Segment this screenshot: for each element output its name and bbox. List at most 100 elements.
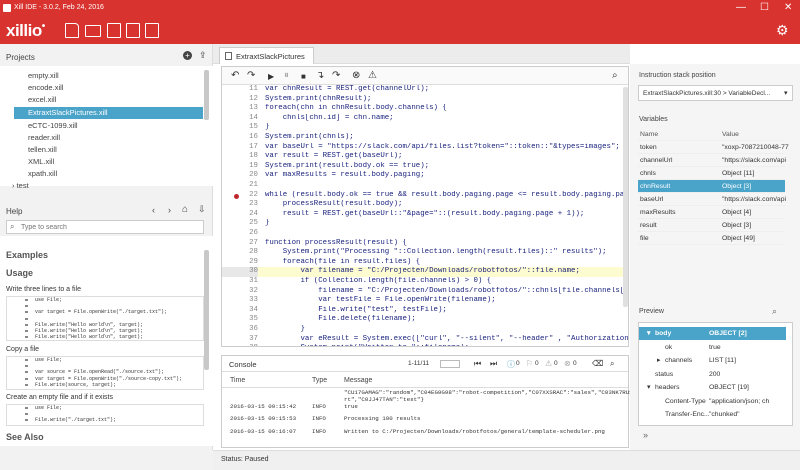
console-search-icon[interactable]: ⌕ [610,359,614,369]
clear-breakpoints-icon[interactable]: ⊗ [352,70,360,81]
help-search-input[interactable] [21,222,201,232]
code-line[interactable]: 36 } [222,325,628,335]
pause-icon[interactable]: ⏸ [284,70,289,81]
save-all-icon[interactable] [145,23,159,38]
project-file-selected[interactable]: ExtraxtSlackPictures.xill [14,107,203,119]
project-file[interactable]: eCTC-1099.xill [28,120,78,132]
step-over-icon[interactable]: ↷ [332,70,340,81]
code-line[interactable]: 18 var result = REST.get(baseUrl); [222,152,628,162]
instruction-stack-select[interactable]: ExtraxtSlackPictures.xill:30 > VariableD… [638,85,793,101]
preview-row[interactable]: Transfer-Enc... "chunked" [639,408,786,421]
project-file[interactable]: xpath.xill [28,168,57,180]
find-icon[interactable]: ⌕ [612,70,618,81]
code-line[interactable]: 22 while (result.body.ok == true && resul… [222,191,628,201]
save-as-icon[interactable] [126,23,140,38]
code-line[interactable]: 33 var testFile = File.openWrite(filenam… [222,296,628,306]
download-icon[interactable]: ⇩ [198,204,206,215]
error-filter-icon[interactable]: ⊗ [564,359,571,368]
project-file[interactable]: excel.xill [28,94,56,106]
code-line[interactable]: 37 var eResult = System.exec(["curl", "-… [222,335,628,345]
code-line[interactable]: 38 System.print("Written to "::filename)… [222,344,628,346]
code-area[interactable]: 11 var chnResult = REST.get(channelUrl); 1… [222,85,628,346]
last-page-icon[interactable]: ⏭ [490,359,497,369]
code-line[interactable]: 16 System.print(chnls); [222,133,628,143]
tree-toggle-icon[interactable]: ▾ [647,327,650,340]
project-file[interactable]: reader.xill [28,132,60,144]
code-line[interactable]: 31 if (Collection.length(file.channels) … [222,277,628,287]
variable-row[interactable]: maxResults Object [4] [638,206,785,219]
project-file[interactable]: empty.xill [28,70,59,82]
preview-row[interactable]: ▾ headers OBJECT [19] [639,381,786,394]
variable-row[interactable]: chnls Object [11] [638,167,785,180]
project-file[interactable]: tellen.xill [28,144,57,156]
code-line[interactable]: 17 var baseUrl = "https://slack.com/api/f… [222,143,628,153]
variable-row[interactable]: channelUrl "https://slack.com/api [638,154,786,167]
code-line[interactable]: 11 var chnResult = REST.get(channelUrl); [222,85,628,95]
project-folder[interactable]: › test [12,180,29,192]
expand-icon[interactable]: » [643,430,648,440]
project-file[interactable]: encode.xill [28,82,63,94]
maximize-button[interactable]: ☐ [760,2,769,14]
clear-console-icon[interactable]: ⌫ [592,359,603,368]
code-line[interactable]: 14 chnls[chn.id] = chn.name; [222,114,628,124]
code-line[interactable]: 27 function processResult(result) { [222,239,628,249]
code-line[interactable]: 28 System.print("Processing "::Collectio… [222,248,628,258]
tree-toggle-icon[interactable]: ▾ [647,381,650,394]
code-line[interactable]: 29 foreach(file in result.files) { [222,258,628,268]
code-editor[interactable]: ↶ ↷ ▶ ⏸ ■ ↴ ↷ ⊗ ⚠ ⌕ 11 var chnResult = RE… [221,66,629,347]
preview-row[interactable]: Content-Type "application/json; ch [639,395,786,408]
run-icon[interactable]: ▶ [268,71,274,82]
code-line[interactable]: 19 System.print(result.body.ok == true); [222,162,628,172]
step-into-icon[interactable]: ↴ [316,70,324,81]
stop-icon[interactable]: ■ [301,71,306,82]
code-line[interactable]: 23 processResult(result.body); [222,200,628,210]
close-window-button[interactable]: ✕ [784,2,792,14]
tree-toggle-icon[interactable]: ▸ [657,354,660,367]
add-project-icon[interactable]: + [183,51,192,60]
back-icon[interactable]: ‹ [152,205,155,215]
code-line[interactable]: 30 var filename = "C:/Projecten/Download… [222,267,628,277]
preview-row[interactable]: ▸ channels LIST [11] [639,354,786,367]
code-line[interactable]: 26 [222,229,628,239]
code-line[interactable]: 35 File.delete(filename); [222,315,628,325]
settings-gear-icon[interactable]: ⚙ [776,22,789,39]
warning-icon[interactable]: ⚠ [368,70,377,81]
open-folder-icon[interactable] [85,25,101,37]
forward-icon[interactable]: › [168,205,171,215]
variable-row[interactable]: file Object [49] [638,232,785,245]
code-line[interactable]: 32 filename = "C:/Projecten/Downloads/ro… [222,287,628,297]
code-line[interactable]: 25} [222,219,628,229]
preview-row[interactable]: ok true [639,341,786,354]
home-icon[interactable]: ⌂ [182,204,188,215]
code-line[interactable]: 13 foreach(chn in chnResult.body.channels… [222,104,628,114]
project-file[interactable]: XML.xill [28,156,54,168]
debug-filter-icon[interactable]: ⚐ [526,359,533,368]
redo-icon[interactable]: ↷ [247,70,255,81]
first-page-icon[interactable]: ⏮ [474,359,481,369]
preview-tree[interactable]: ▾ body OBJECT [2] ok true ▸ channels LIST [11] s… [638,322,793,426]
code-line[interactable]: 34 File.write("test", testFile); [222,306,628,316]
preview-search-icon[interactable]: ⌕ [772,306,777,317]
warning-filter-icon[interactable]: ⚠ [545,359,552,368]
editor-scrollbar[interactable] [623,87,628,307]
help-search-box[interactable]: ⌕ [6,220,204,234]
preview-row[interactable]: status 200 [639,368,786,381]
variable-row[interactable]: chnResult Object [3] [638,180,785,193]
new-file-icon[interactable] [65,23,79,38]
undo-icon[interactable]: ↶ [231,70,239,81]
info-filter-icon[interactable]: ⓘ [507,359,515,370]
minimize-button[interactable]: — [736,2,746,14]
project-scrollbar[interactable] [204,70,209,120]
code-line[interactable]: 20 var maxResults = result.body.paging; [222,171,628,181]
tab-extraxt-slack-pictures[interactable]: ExtraxtSlackPictures [219,47,314,64]
code-line[interactable]: 15} [222,123,628,133]
variable-row[interactable]: baseUrl "https://slack.com/api [638,193,786,206]
page-input[interactable] [440,360,460,368]
code-line[interactable]: 21 [222,181,628,191]
code-line[interactable]: 12 System.print(chnResult); [222,95,628,105]
variable-row[interactable]: token "xoxp-7087210048-77 [638,141,789,154]
upload-icon[interactable]: ⇪ [199,50,207,61]
variable-row[interactable]: result Object [3] [638,219,785,232]
help-scrollbar[interactable] [204,250,209,370]
code-line[interactable]: 24 result = REST.get(baseUrl::"&page="::… [222,210,628,220]
